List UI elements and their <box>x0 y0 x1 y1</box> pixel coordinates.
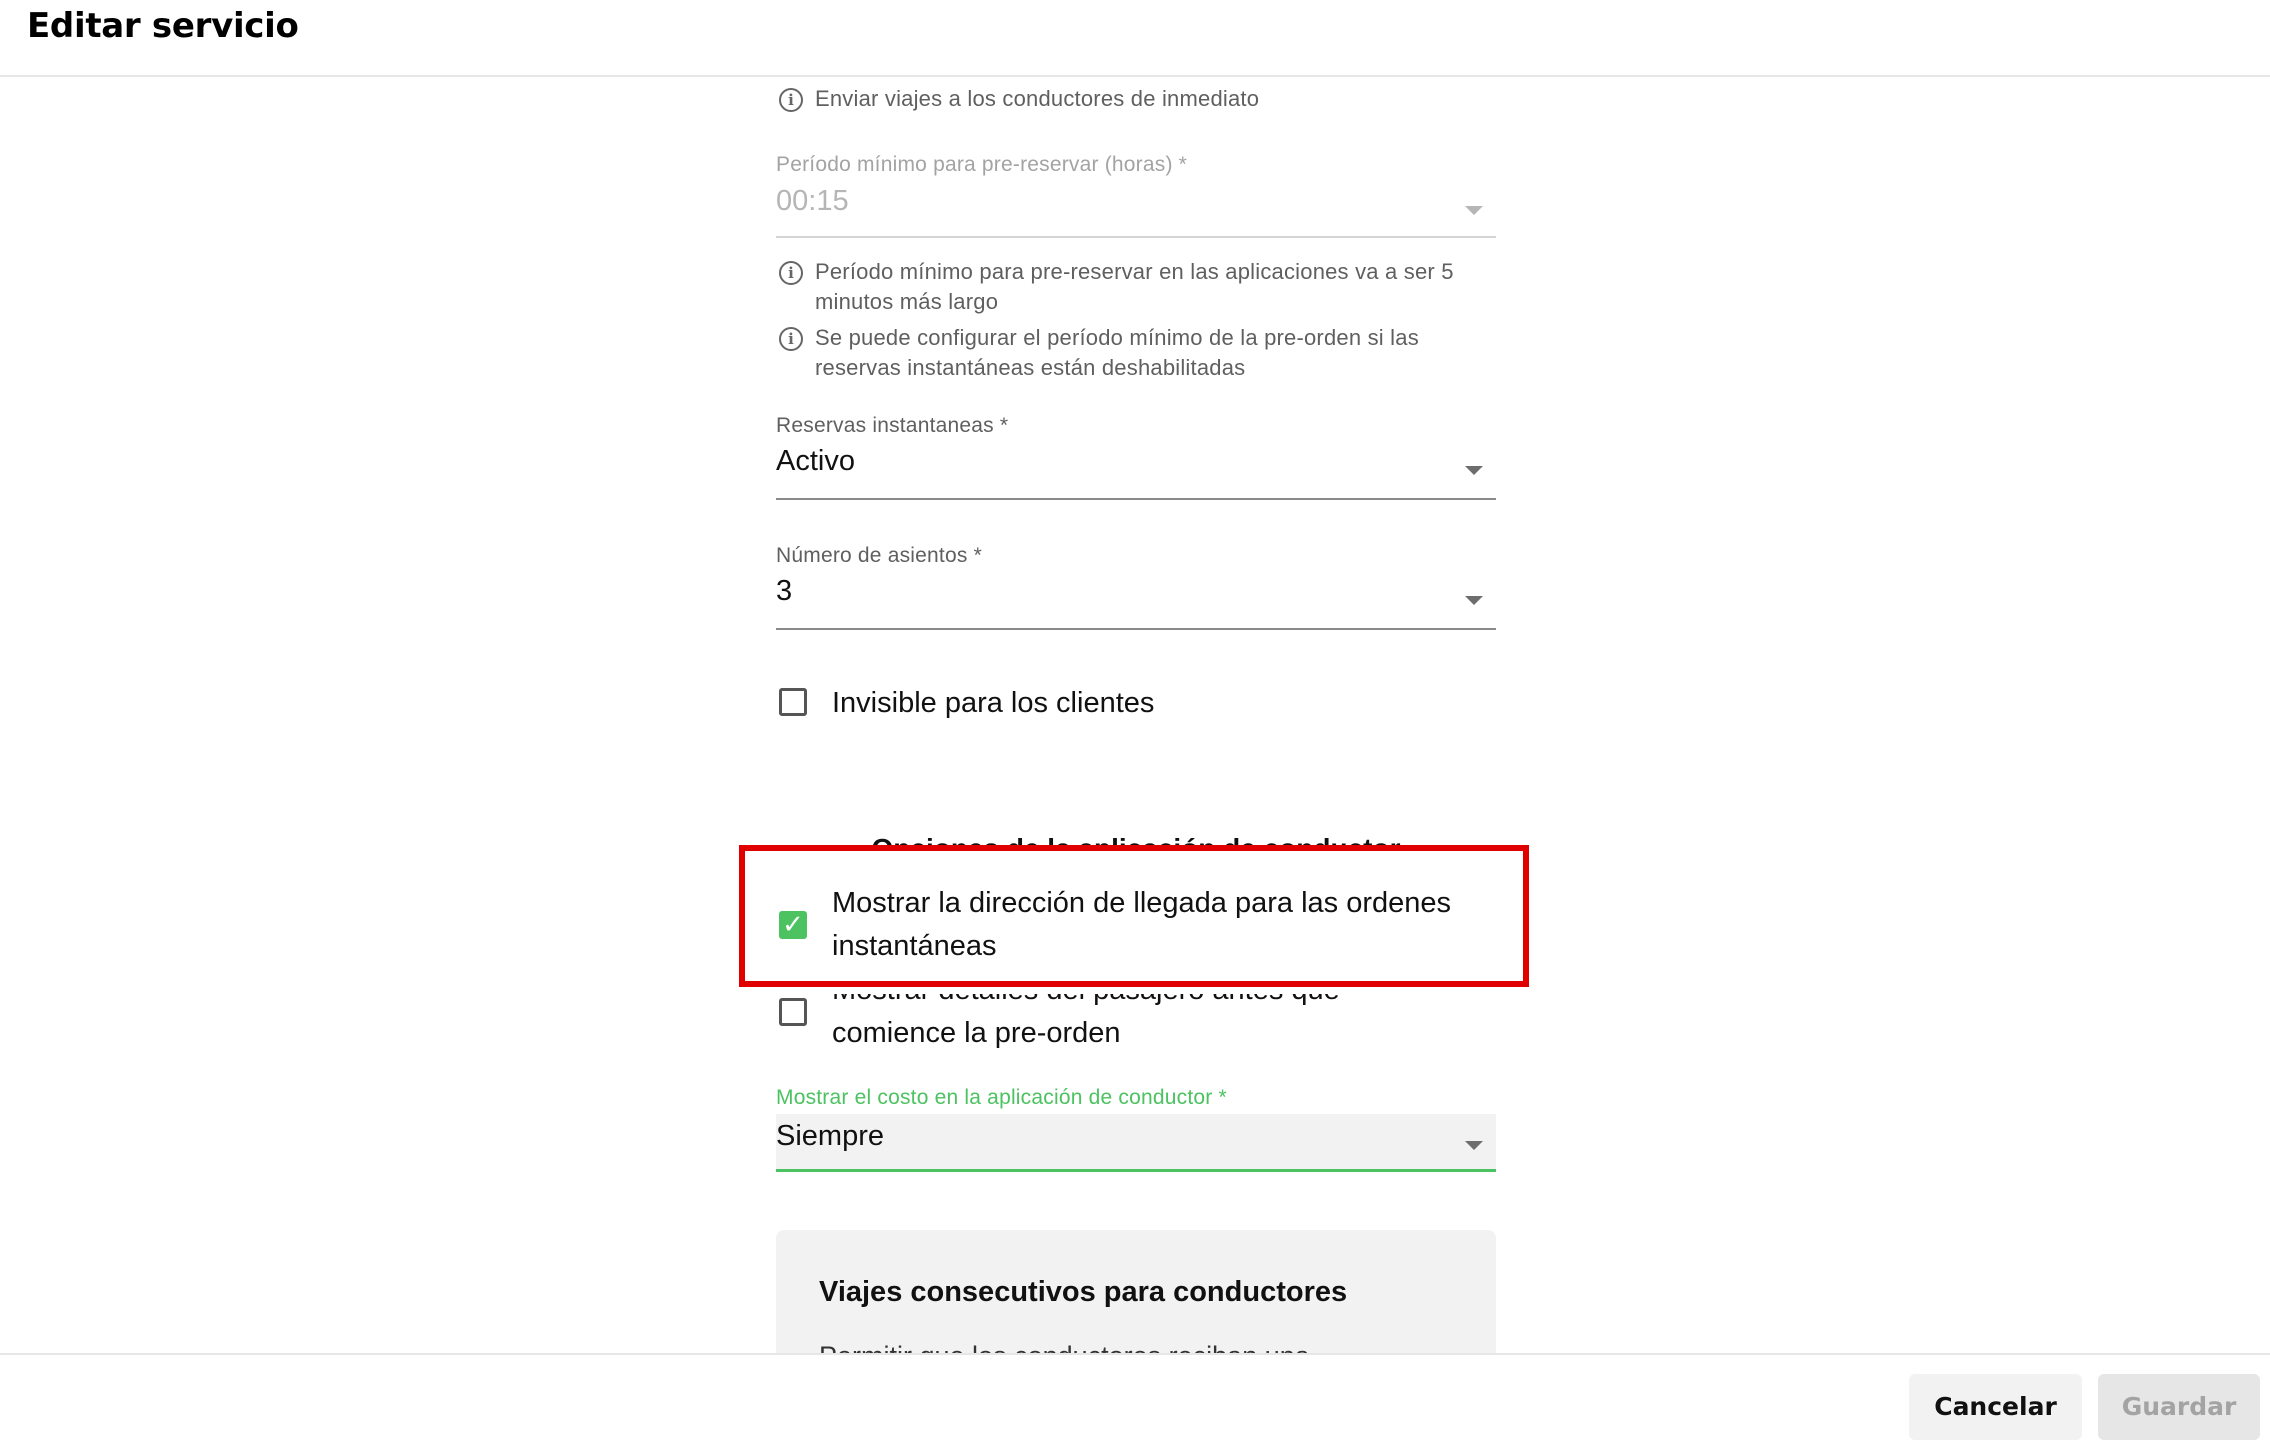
hint-configurable-line1: Se puede configurar el período mínimo de… <box>815 325 1419 350</box>
caret-down-icon <box>1465 206 1483 215</box>
cost-select[interactable]: Siempre <box>776 1114 1496 1172</box>
min-period-select: 00:15 <box>776 185 1496 245</box>
passenger-details-checkbox[interactable] <box>779 998 807 1026</box>
save-button[interactable]: Guardar <box>2098 1374 2260 1440</box>
highlight-box <box>739 845 1529 987</box>
min-period-value: 00:15 <box>776 185 849 217</box>
hint-send-immediately: Enviar viajes a los conductores de inmed… <box>815 86 1260 111</box>
hint-min-period-line1: Período mínimo para pre-reservar en las … <box>815 259 1454 284</box>
consecutive-trips-card: Viajes consecutivos para conductores Per… <box>776 1230 1496 1353</box>
consecutive-trips-text: Permitir que los conductores reciban una <box>819 1341 1310 1353</box>
info-icon: i <box>779 261 803 285</box>
seats-value: 3 <box>776 575 793 607</box>
page-title: Editar servicio <box>27 6 299 46</box>
seats-underline <box>776 628 1496 630</box>
invisible-checkbox[interactable] <box>779 688 807 716</box>
caret-down-icon <box>1465 1141 1483 1150</box>
info-icon: i <box>779 327 803 351</box>
min-period-label: Período mínimo para pre-reservar (horas)… <box>776 153 1188 176</box>
invisible-checkbox-label[interactable]: Invisible para los clientes <box>832 682 1154 725</box>
seats-label: Número de asientos * <box>776 544 982 567</box>
hint-configurable-line2: reservas instantáneas están deshabilitad… <box>815 355 1246 380</box>
dialog-footer: Cancelar Guardar <box>0 1353 2270 1454</box>
instant-reservations-label: Reservas instantaneas * <box>776 414 1009 437</box>
caret-down-icon <box>1465 596 1483 605</box>
instant-reservations-value: Activo <box>776 445 855 477</box>
passenger-details-label-line2[interactable]: comience la pre-orden <box>832 1012 1121 1055</box>
consecutive-trips-title: Viajes consecutivos para conductores <box>819 1276 1348 1308</box>
caret-down-icon <box>1465 466 1483 475</box>
cost-label: Mostrar el costo en la aplicación de con… <box>776 1086 1227 1109</box>
cancel-button[interactable]: Cancelar <box>1909 1374 2082 1440</box>
info-icon: i <box>779 88 803 112</box>
cost-underline <box>776 1169 1496 1172</box>
instant-reservations-select[interactable]: Activo <box>776 445 1496 505</box>
hint-min-period-line2: minutos más largo <box>815 289 999 314</box>
seats-select[interactable]: 3 <box>776 575 1496 635</box>
cost-value: Siempre <box>776 1120 884 1152</box>
dialog-header: Editar servicio <box>0 0 2270 77</box>
form-scroll-area[interactable]: i Enviar viajes a los conductores de inm… <box>0 77 2270 1353</box>
instant-reservations-underline <box>776 498 1496 500</box>
min-period-underline <box>776 236 1496 238</box>
